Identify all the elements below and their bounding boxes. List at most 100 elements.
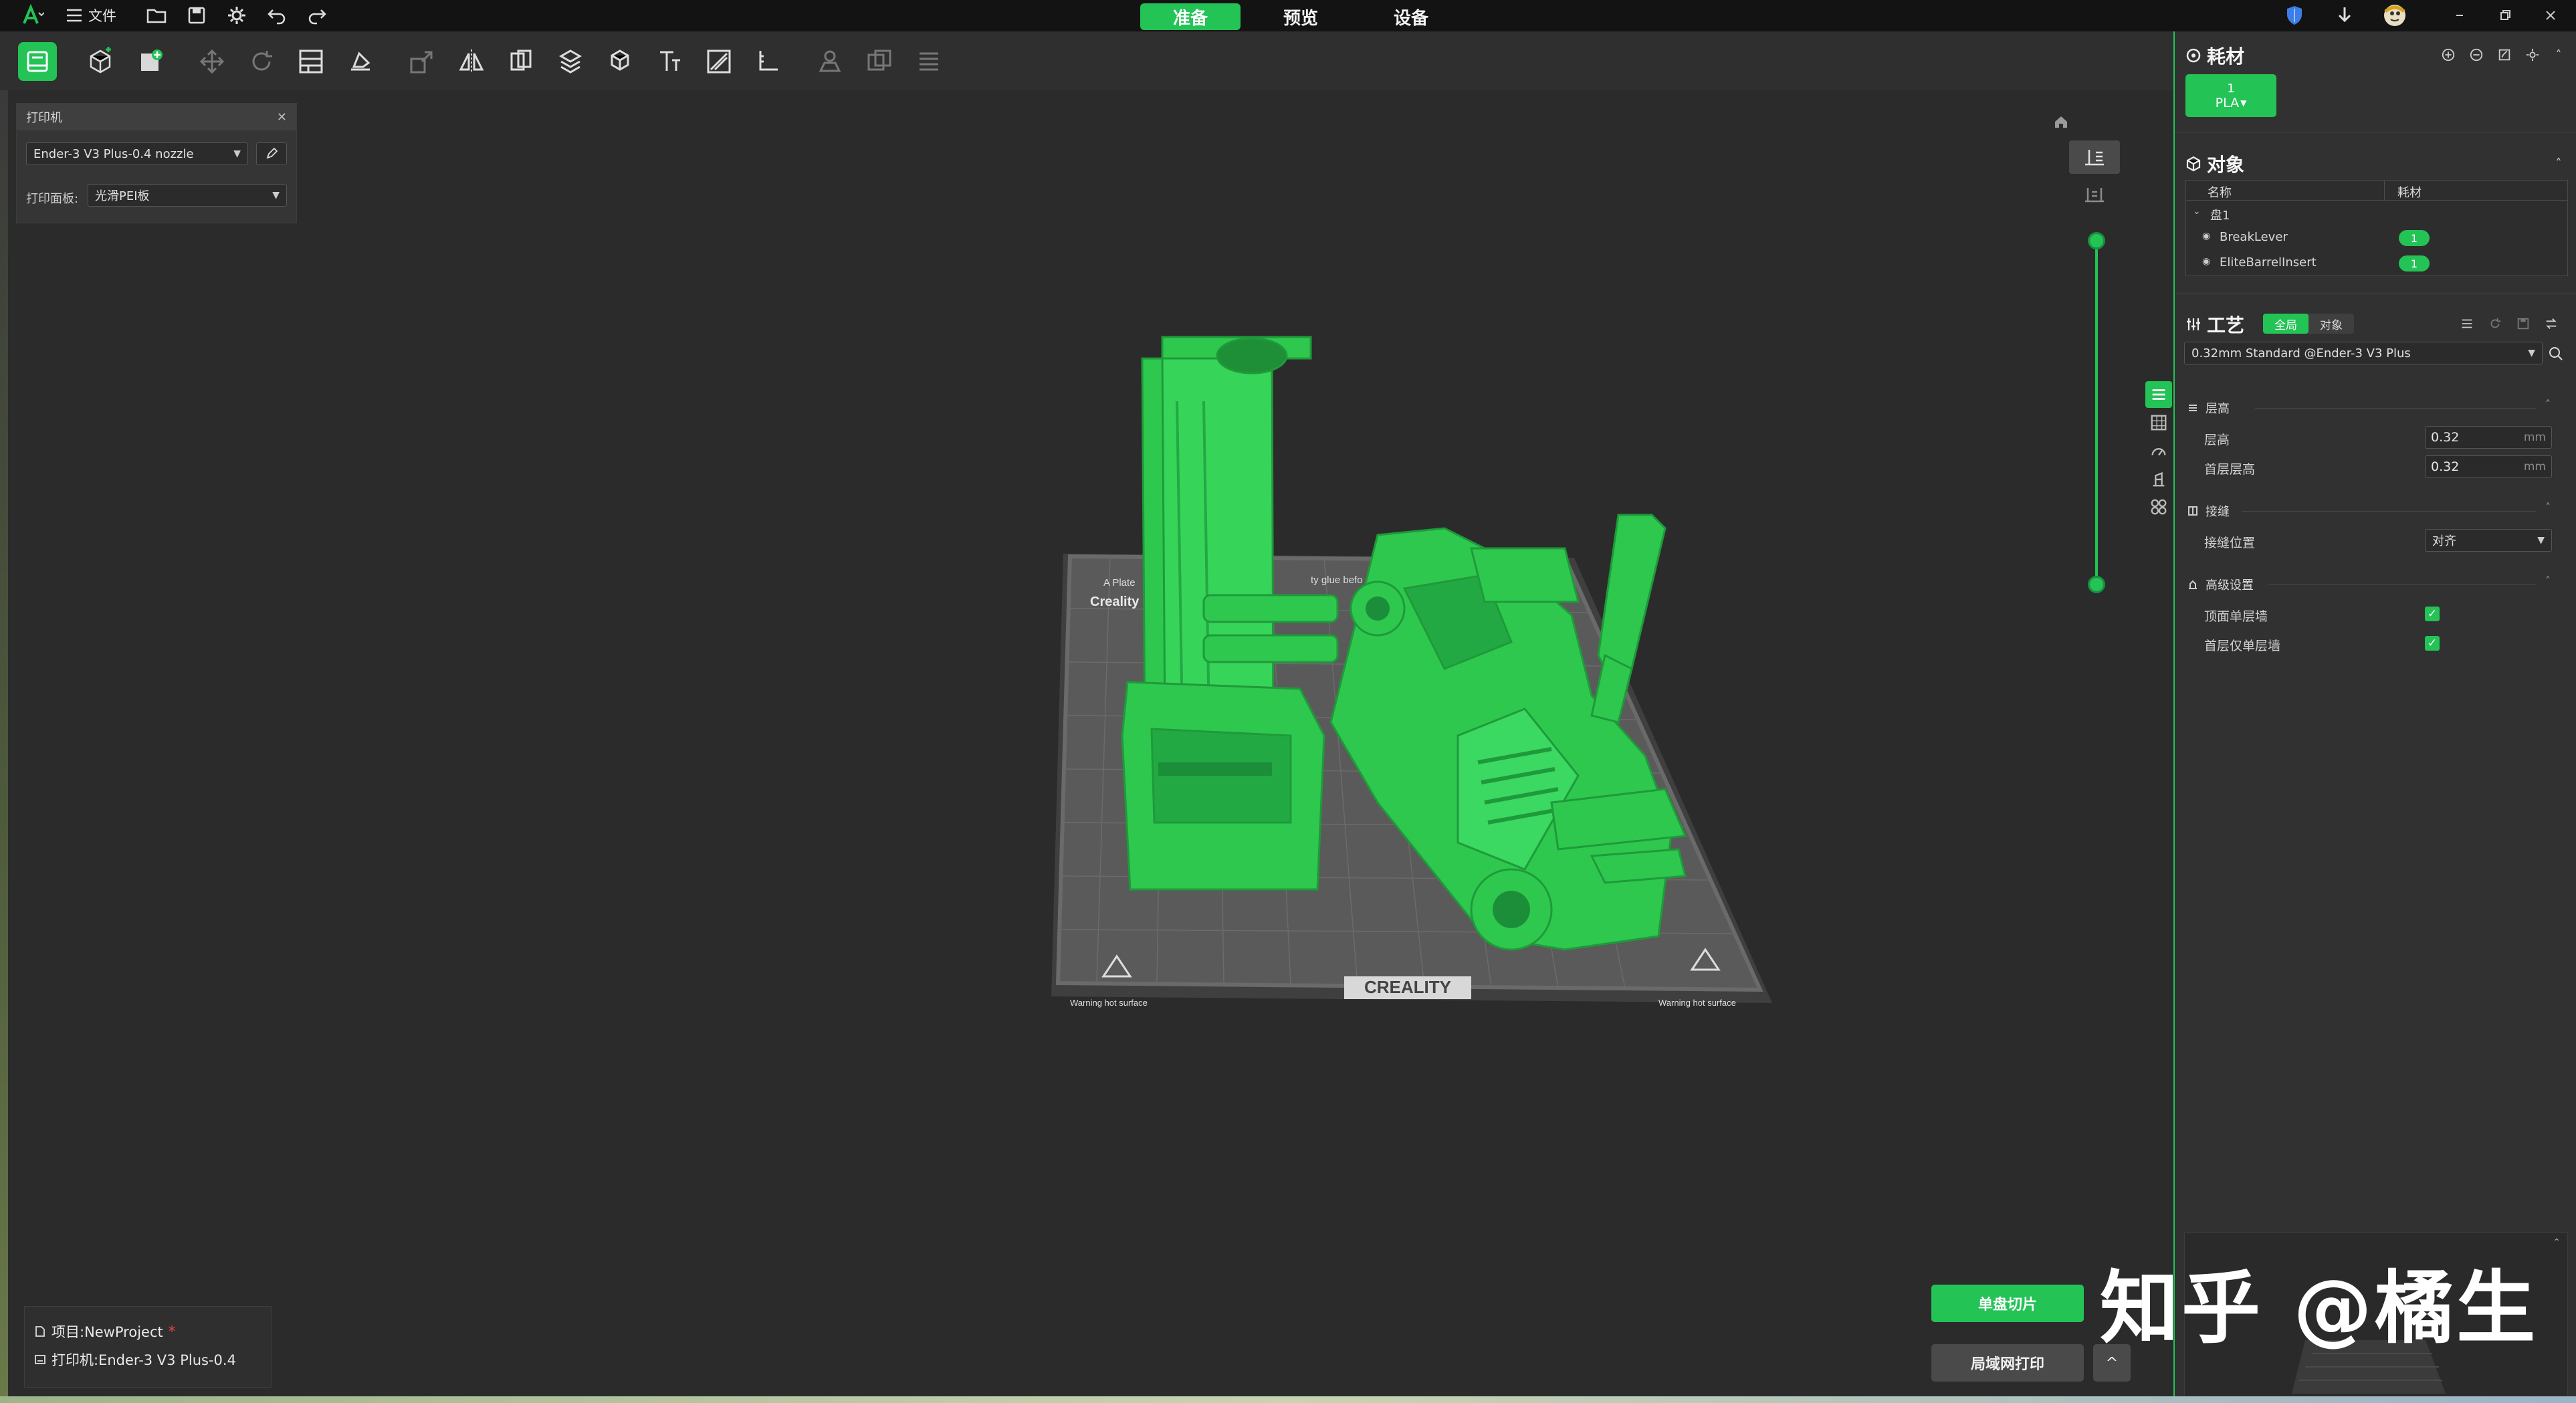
collapse-icon[interactable]: ˄ [2545,398,2551,411]
edit-filament-icon[interactable] [2496,46,2513,64]
title-bar: 文件 准备 预览 设备 [0,0,2576,31]
eye-icon[interactable]: ◉ [2202,256,2210,267]
tab-prepare[interactable]: 准备 [1140,3,1241,30]
support-tab-icon[interactable] [2148,468,2169,490]
rotate-icon[interactable] [242,42,281,81]
close-icon[interactable]: ✕ [277,110,287,124]
group-seam[interactable]: 接缝 [2187,502,2230,520]
boolean-icon[interactable] [860,42,899,81]
layer-slider-track[interactable] [2095,241,2098,584]
layer-height-unit: mm [2523,431,2546,444]
watermark-text: 知乎 @橘生 [2100,1262,2539,1354]
redo-icon[interactable] [305,3,329,27]
seam-position-select[interactable]: 对齐 ▼ [2425,529,2552,552]
eye-icon[interactable]: ◉ [2202,231,2210,241]
filament-slot-1[interactable]: 1 PLA ▼ [2185,74,2276,117]
edit-printer-button[interactable] [256,142,287,165]
seam-group-icon [2188,506,2197,516]
others-tab-icon[interactable] [2148,496,2169,518]
object-row[interactable]: ◉ BreakLever 1 [2186,226,2567,250]
close-icon[interactable] [2539,3,2563,27]
mirror-icon[interactable] [452,42,491,81]
first-layer-height-input[interactable]: 0.32 mm [2425,455,2552,478]
layers-icon[interactable] [909,42,948,81]
list-icon[interactable] [2458,315,2476,332]
lan-print-button[interactable]: 局域网打印 [1931,1344,2084,1382]
open-folder-icon[interactable] [144,3,169,27]
quality-tab-icon[interactable] [2145,381,2172,408]
support-paint-icon[interactable] [601,42,639,81]
measure-icon[interactable] [749,42,788,81]
slice-plate-button[interactable]: 单盘切片 [1931,1285,2084,1322]
split-icon[interactable] [502,42,540,81]
collapse-icon[interactable]: ˄ [2552,154,2565,172]
assembly-icon[interactable] [811,42,849,81]
group-advanced[interactable]: 高级设置 [2187,576,2254,593]
plate-row[interactable]: ⌄ 盘1 [2186,203,2567,225]
toggle-object[interactable]: 对象 [2309,314,2354,334]
layer-view-button[interactable] [2069,140,2120,174]
object-list: 名称 耗材 ⌄ 盘1 ◉ BreakLever 1 ◉ EliteBarrelI… [2185,180,2568,276]
project-row[interactable]: 项目:NewProject * [34,1321,175,1341]
add-filament-icon[interactable] [2440,46,2457,64]
add-plate-icon[interactable] [18,42,57,81]
build-plate-scene[interactable]: Creality A Plate ty glue befo CREALITY W… [1003,294,1806,1063]
tab-device[interactable]: 设备 [1361,3,1461,30]
auto-orient-icon[interactable] [193,42,231,81]
settings-gear-icon[interactable] [225,3,249,27]
app-logo-icon[interactable] [20,3,45,27]
collapse-icon[interactable]: ˄ [2545,574,2551,587]
save-preset-icon[interactable] [2514,315,2532,332]
reset-icon[interactable] [2486,315,2504,332]
color-paint-icon[interactable] [700,42,738,81]
expand-icon[interactable]: ⌃ [2553,1237,2561,1248]
strength-tab-icon[interactable] [2148,412,2169,433]
scale-icon[interactable] [403,42,441,81]
home-view-icon[interactable] [2053,114,2069,130]
top-single-wall-label: 顶面单层墙 [2204,609,2268,624]
layers-icon [2085,150,2104,166]
restore-icon[interactable] [2493,3,2517,27]
object-name: EliteBarrelInsert [2220,255,2317,269]
collapse-icon[interactable]: ˄ [2545,501,2551,514]
lay-on-face-icon[interactable] [341,42,380,81]
plate-select[interactable]: 光滑PEI板 ▼ [88,184,287,207]
model-small-part[interactable] [1470,547,1580,603]
first-single-wall-checkbox[interactable]: ✓ [2425,636,2440,651]
printer-select[interactable]: Ender-3 V3 Plus-0.4 nozzle ▼ [26,142,248,165]
layer-slider-bottom-handle[interactable] [2088,576,2105,593]
download-icon[interactable] [2333,3,2357,27]
save-icon[interactable] [185,3,209,27]
top-single-wall-checkbox[interactable]: ✓ [2425,607,2440,621]
collapse-icon[interactable]: ˄ [2552,46,2565,64]
filament-settings-icon[interactable] [2524,46,2541,64]
compare-icon[interactable] [2543,315,2560,332]
text-icon[interactable] [650,42,689,81]
minimize-icon[interactable] [2448,3,2472,27]
measure-view-icon[interactable] [2080,182,2109,206]
layer-height-input[interactable]: 0.32 mm [2425,426,2552,449]
filament-slot-type: PLA [2215,95,2240,110]
cut-icon[interactable] [551,42,590,81]
object-filament-badge[interactable]: 1 [2399,230,2430,246]
model-rod[interactable] [1597,514,1667,670]
search-icon[interactable] [2547,344,2565,363]
undo-icon[interactable] [265,3,289,27]
toggle-global[interactable]: 全局 [2263,314,2309,334]
remove-filament-icon[interactable] [2468,46,2485,64]
printer-row[interactable]: 打印机:Ender-3 V3 Plus-0.4 [34,1350,236,1370]
avatar[interactable] [2383,3,2407,27]
arrange-icon[interactable] [292,42,330,81]
tab-preview[interactable]: 预览 [1251,3,1351,30]
shield-icon[interactable] [2282,3,2306,27]
col-filament-header: 耗材 [2397,186,2422,200]
object-filament-badge[interactable]: 1 [2399,255,2430,272]
speed-tab-icon[interactable] [2148,440,2169,461]
group-layer-height[interactable]: 层高 [2187,399,2230,417]
object-row[interactable]: ◉ EliteBarrelInsert 1 [2186,251,2567,276]
layer-slider-top-handle[interactable] [2088,232,2105,249]
add-object-icon[interactable] [81,42,120,81]
process-preset-select[interactable]: 0.32mm Standard @Ender-3 V3 Plus ▼ [2184,342,2543,364]
add-model-icon[interactable] [131,42,170,81]
3d-viewport[interactable]: Creality A Plate ty glue befo CREALITY W… [1003,294,1806,1063]
